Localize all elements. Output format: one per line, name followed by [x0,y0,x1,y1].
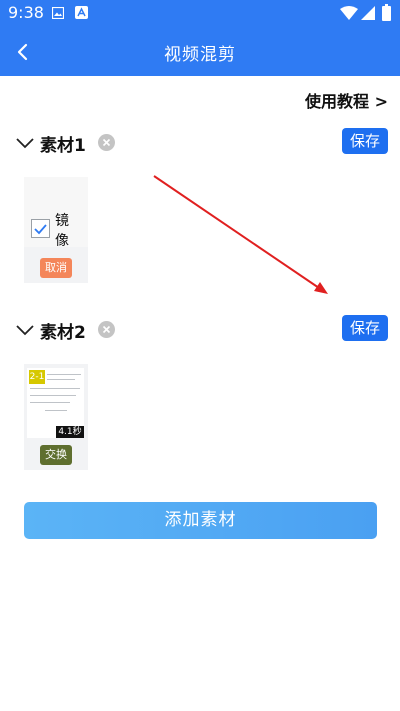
save-button-material-1[interactable]: 保存 [342,128,388,154]
wifi-icon [340,6,358,20]
mirror-checkbox[interactable] [31,219,50,238]
page-title: 视频混剪 [164,45,236,65]
preview-line [30,395,76,396]
material-1-thumbnail: 镜像 取消 [24,177,88,283]
chevron-down-icon[interactable] [16,137,34,149]
material-1-title: 素材1 [40,136,86,156]
photo-notification-icon [52,7,64,19]
add-material-button[interactable]: 添加素材 [24,502,377,539]
annotation-arrow [153,175,328,294]
app-notification-icon [75,6,88,19]
app-bar: 视频混剪 [0,28,400,76]
signal-icon [361,6,375,20]
material-2-header: 素材2 保存 [0,315,400,345]
material-2-thumbnail: 2-1 4.1秒 交换 [24,364,88,470]
tutorial-link[interactable]: 使用教程 > [305,88,388,112]
material-2-preview: 2-1 4.1秒 [27,368,84,438]
swap-button[interactable]: 交换 [40,445,72,465]
mirror-label: 镜像 [55,213,69,249]
material-1-header: 素材1 保存 [0,128,400,158]
chevron-down-icon[interactable] [16,324,34,336]
status-time: 9:38 [8,3,44,22]
cancel-button[interactable]: 取消 [40,258,72,278]
status-bar: 9:38 [0,0,400,28]
preview-line [30,402,70,403]
save-button-material-2[interactable]: 保存 [342,315,388,341]
close-circle-icon[interactable] [98,134,115,151]
checkmark-icon [34,224,47,235]
battery-icon [382,4,391,21]
preview-tag: 2-1 [29,370,45,384]
close-circle-icon[interactable] [98,321,115,338]
preview-time-badge: 4.1秒 [56,426,84,438]
preview-line [30,388,80,389]
preview-line [45,410,67,411]
preview-line [47,374,81,375]
material-2-title: 素材2 [40,323,86,343]
preview-line [47,379,75,380]
